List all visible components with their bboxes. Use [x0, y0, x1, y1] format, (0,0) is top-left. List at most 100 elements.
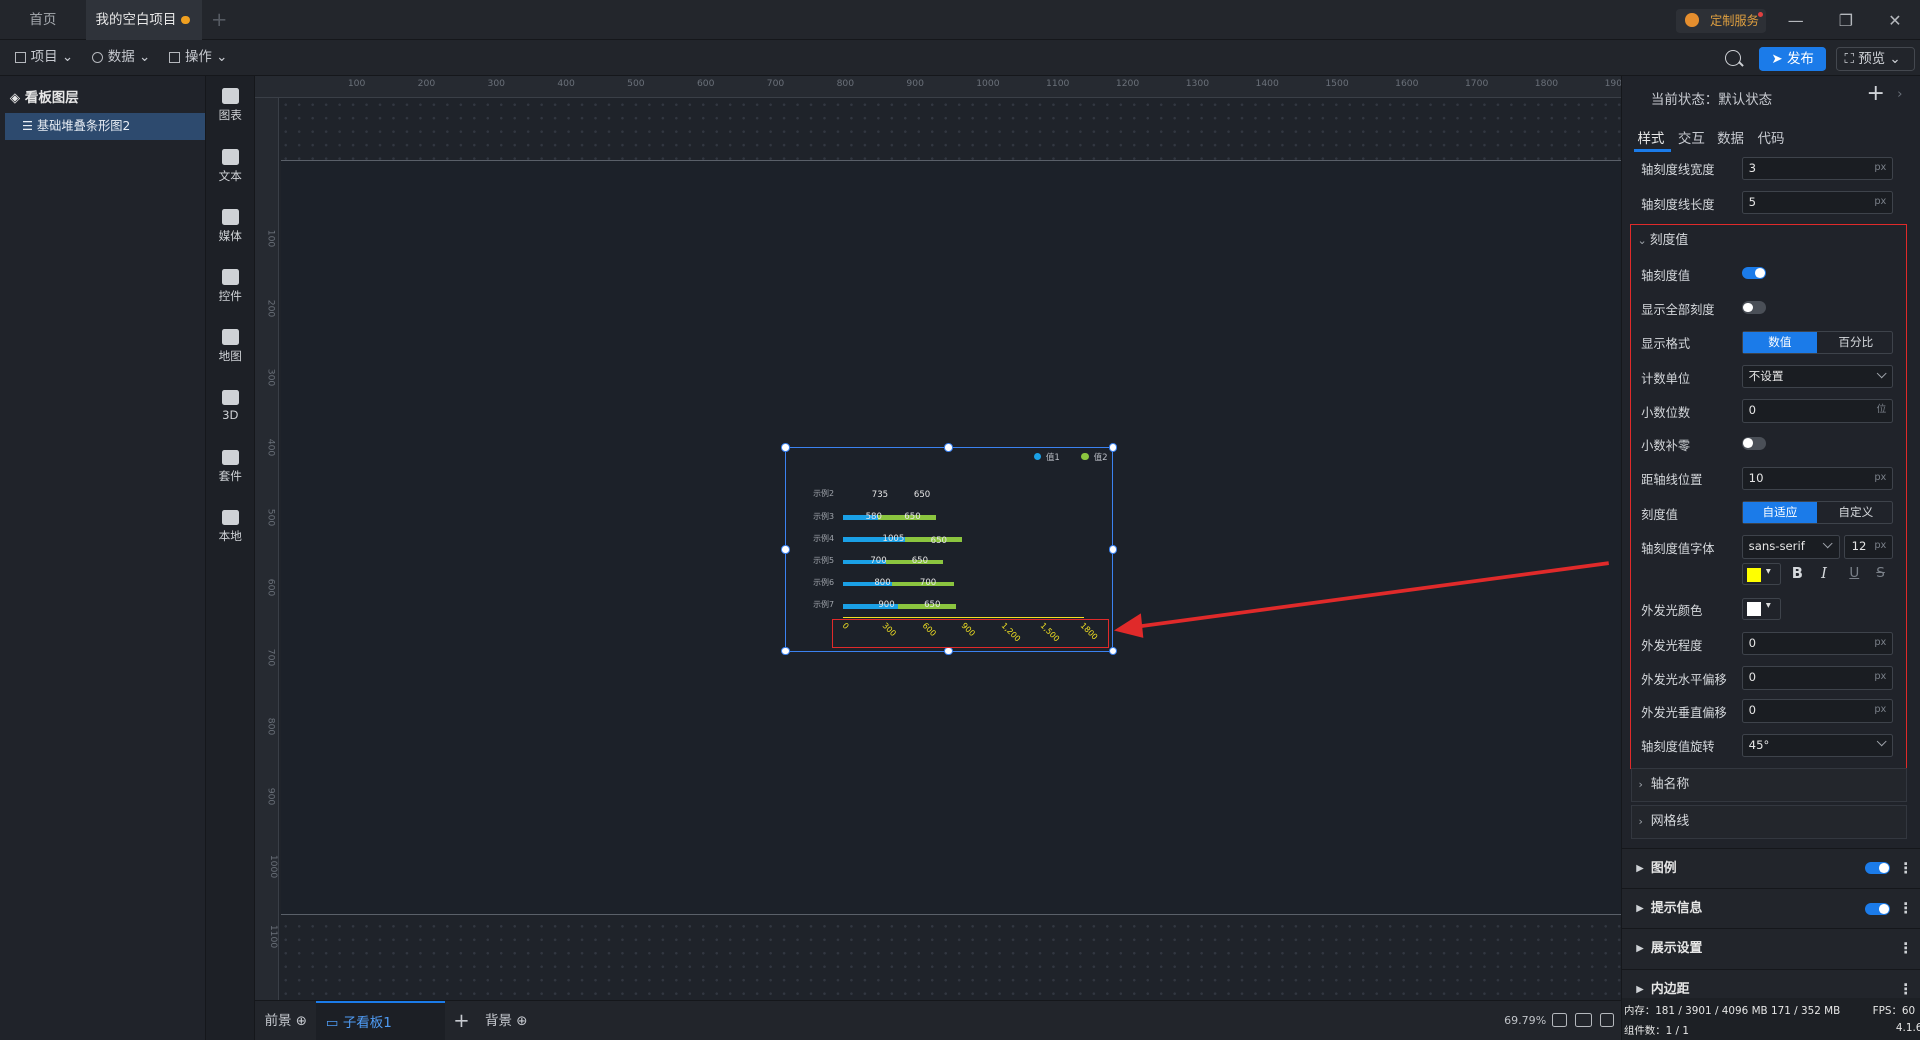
- show-all-ticks-toggle[interactable]: [1741, 301, 1767, 314]
- component-map[interactable]: 地图: [206, 329, 255, 363]
- custom-service-button[interactable]: 定制服务: [1675, 8, 1767, 34]
- component-media[interactable]: 媒体: [206, 209, 255, 243]
- tab-project[interactable]: 我的空白项目: [85, 0, 203, 41]
- group-tooltip-label: 提示信息: [1650, 901, 1703, 917]
- row-glow-h: 外发光水平偏移 0 px: [1641, 666, 1895, 690]
- category-label: 示例3: [813, 511, 835, 521]
- chevron-right-icon[interactable]: ›: [1897, 86, 1902, 102]
- format-number-option[interactable]: 数值: [1742, 331, 1818, 353]
- unit: 位: [1876, 404, 1887, 416]
- axis-distance-input[interactable]: 10 px: [1741, 466, 1894, 490]
- font-family-select[interactable]: sans-serif: [1741, 535, 1840, 559]
- value: 12: [1851, 539, 1867, 554]
- tab-interaction[interactable]: 交互: [1678, 127, 1705, 147]
- bold-button[interactable]: B: [1792, 565, 1803, 582]
- tab-project-label: 我的空白项目: [95, 12, 177, 28]
- close-button[interactable]: ✕: [1881, 9, 1908, 33]
- menu-data[interactable]: 数据 ⌄: [91, 40, 150, 76]
- fullscreen-icon: ⛶: [1844, 50, 1859, 67]
- tab-code[interactable]: 代码: [1757, 127, 1784, 147]
- component-kit[interactable]: 套件: [206, 449, 255, 484]
- label: 轴刻度线长度: [1641, 197, 1715, 212]
- tab-sub-board[interactable]: ▭ 子看板1: [316, 1000, 445, 1040]
- format-percent-option[interactable]: 百分比: [1819, 332, 1894, 353]
- more-icon[interactable]: ⋮: [1898, 929, 1913, 969]
- component-chart[interactable]: 图表: [206, 88, 255, 122]
- tab-foreground[interactable]: 前景 ⊕: [265, 1001, 308, 1040]
- add-board-button[interactable]: +: [453, 1001, 469, 1040]
- tooltip-toggle[interactable]: [1865, 902, 1890, 915]
- color-swatch: [1747, 568, 1761, 582]
- resize-handle-tl[interactable]: [781, 443, 791, 452]
- restore-button[interactable]: ❐: [1832, 9, 1859, 33]
- glow-v-offset-input[interactable]: 0 px: [1741, 699, 1894, 723]
- font-size-input[interactable]: 12 px: [1844, 535, 1894, 559]
- component-bar: 图表 文本 媒体 控件 地图 3D 套件 本地: [205, 75, 255, 1040]
- glow-level-input[interactable]: 0 px: [1741, 632, 1894, 656]
- tab-home[interactable]: 首页: [0, 0, 86, 40]
- resize-handle-l[interactable]: [781, 545, 791, 554]
- minimize-button[interactable]: —: [1782, 9, 1809, 33]
- tab-data[interactable]: 数据: [1717, 127, 1744, 147]
- group-display-settings[interactable]: ▶ 展示设置 ⋮: [1621, 928, 1920, 969]
- component-text[interactable]: 文本: [206, 149, 255, 183]
- strikethrough-button[interactable]: S: [1876, 565, 1885, 581]
- glow-h-offset-input[interactable]: 0 px: [1741, 666, 1894, 690]
- fit-screen-icon[interactable]: [1551, 1012, 1567, 1028]
- section-axis-name[interactable]: › 轴名称: [1631, 768, 1907, 803]
- component-map-label: 地图: [218, 348, 242, 363]
- legend-dot-1: [1033, 452, 1041, 461]
- component-control[interactable]: 控件: [206, 269, 255, 303]
- section-grid-lines[interactable]: › 网格线: [1631, 804, 1907, 840]
- layer-item[interactable]: ☰ 基础堆叠条形图2: [4, 112, 205, 140]
- preview-button[interactable]: ⛶ 预览 ⌄: [1836, 46, 1915, 71]
- row-tick-line-width: 轴刻度线宽度 3 px: [1641, 156, 1895, 181]
- resize-handle-t[interactable]: [944, 443, 953, 452]
- zero-pad-toggle[interactable]: [1741, 437, 1767, 450]
- zoom-level[interactable]: 69.79%: [1504, 1001, 1546, 1040]
- add-tab-button[interactable]: +: [206, 0, 233, 40]
- decimals-input[interactable]: 0位: [1741, 399, 1894, 423]
- toggle-knob: [1755, 268, 1765, 279]
- component-control-label: 控件: [218, 288, 242, 303]
- tick-line-length-input[interactable]: 5 px: [1741, 191, 1894, 215]
- data-label-series-2: 650: [911, 555, 929, 566]
- keyboard-icon[interactable]: [1575, 1012, 1593, 1028]
- group-tooltip[interactable]: ▶ 提示信息 ⋮: [1621, 888, 1920, 929]
- italic-button[interactable]: I: [1821, 565, 1827, 582]
- row-glow-v: 外发光垂直偏移 0 px: [1641, 699, 1895, 723]
- plus-icon[interactable]: +: [1867, 81, 1885, 106]
- custom-service-label: 定制服务: [1709, 13, 1759, 28]
- terminal-icon[interactable]: [1599, 1012, 1615, 1028]
- more-icon[interactable]: ⋮: [1898, 849, 1913, 889]
- publish-button[interactable]: ➤ 发布: [1758, 46, 1827, 71]
- more-icon[interactable]: ⋮: [1898, 889, 1913, 929]
- caret-down-icon: ▾: [1765, 565, 1771, 577]
- current-state: 当前状态：默认状态: [1650, 92, 1773, 109]
- tick-value-toggle[interactable]: [1741, 267, 1767, 280]
- menu-project[interactable]: 项目 ⌄: [14, 40, 73, 76]
- section-tick-value[interactable]: ⌄ 刻度值: [1631, 225, 1907, 259]
- group-legend[interactable]: ▶ 图例 ⋮: [1621, 847, 1920, 889]
- search-icon[interactable]: [1724, 50, 1741, 67]
- tab-background[interactable]: 背景 ⊕: [485, 1001, 528, 1040]
- legend-label-2: 值2: [1093, 452, 1108, 463]
- ruler-v-label: 200: [265, 299, 277, 317]
- glow-color-picker[interactable]: ▾: [1741, 597, 1781, 620]
- unit-select[interactable]: 不设置: [1741, 365, 1894, 389]
- tick-line-width-input[interactable]: 3 px: [1741, 156, 1894, 181]
- component-local[interactable]: 本地: [206, 509, 255, 544]
- underline-button[interactable]: U: [1849, 565, 1859, 581]
- ruler-v-label: 1100: [268, 924, 280, 949]
- font-color-picker[interactable]: ▾: [1741, 563, 1781, 586]
- mode-custom-option[interactable]: 自定义: [1819, 502, 1894, 523]
- tab-style[interactable]: 样式: [1637, 127, 1664, 147]
- rotation-select[interactable]: 45°: [1741, 733, 1894, 757]
- mode-adaptive-option[interactable]: 自适应: [1742, 501, 1818, 523]
- component-3d[interactable]: 3D: [206, 389, 255, 422]
- menu-operate[interactable]: 操作 ⌄: [169, 40, 227, 76]
- resize-handle-r[interactable]: [1108, 545, 1118, 554]
- resize-handle-tr[interactable]: [1108, 443, 1118, 452]
- layers-title: ◈ 看板图层: [10, 86, 79, 106]
- legend-toggle[interactable]: [1865, 862, 1890, 875]
